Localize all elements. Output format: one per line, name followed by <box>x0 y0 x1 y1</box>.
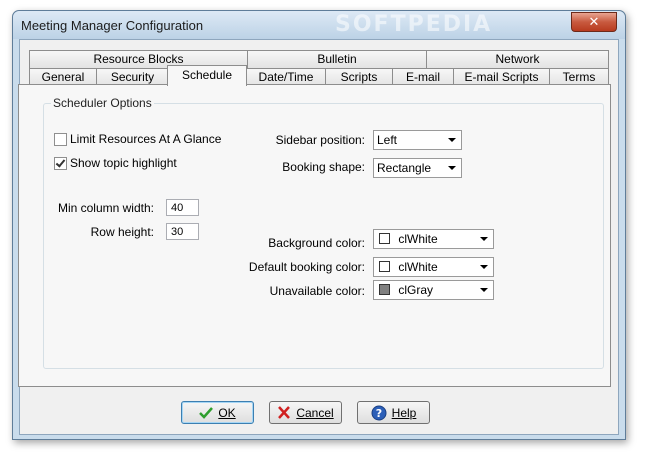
chevron-down-icon[interactable] <box>480 288 488 292</box>
color-swatch <box>379 233 390 244</box>
cancel-button[interactable]: Cancel <box>269 401 342 424</box>
title-bar[interactable]: Meeting Manager Configuration SOFTPEDIA … <box>13 11 625 39</box>
color-swatch <box>379 284 390 295</box>
background-color-select[interactable]: clWhite <box>373 229 494 249</box>
show-topic-checkbox-box[interactable] <box>54 156 67 170</box>
tab-network[interactable]: Network <box>426 50 609 68</box>
color-swatch <box>379 261 390 272</box>
chevron-down-icon[interactable] <box>448 166 456 170</box>
limit-resources-label: Limit Resources At A Glance <box>70 132 222 146</box>
close-button[interactable]: ✕ <box>571 12 617 32</box>
window-title: Meeting Manager Configuration <box>21 18 204 33</box>
background-color-value: clWhite <box>398 232 438 246</box>
unavailable-color-label: Unavailable color: <box>269 284 365 298</box>
sidebar-position-value: Left <box>377 133 398 147</box>
schedule-tab-page: Scheduler Options Limit Resources At A G… <box>18 84 611 387</box>
unavailable-color-value: clGray <box>398 283 434 297</box>
svg-text:?: ? <box>375 407 381 420</box>
help-label: Help <box>391 405 417 420</box>
ok-label: OK <box>218 405 236 420</box>
help-icon: ? <box>371 405 387 421</box>
tab-schedule[interactable]: Schedule <box>167 65 247 86</box>
booking-shape-label: Booking shape: <box>282 160 365 174</box>
default-booking-color-value: clWhite <box>398 260 438 274</box>
chevron-down-icon[interactable] <box>448 138 456 142</box>
chevron-down-icon[interactable] <box>480 265 488 269</box>
ok-button[interactable]: OK <box>181 401 254 424</box>
group-title: Scheduler Options <box>51 96 154 110</box>
booking-shape-value: Rectangle <box>377 161 432 175</box>
booking-shape-select[interactable]: Rectangle <box>373 158 462 178</box>
row-height-label: Row height: <box>90 225 154 239</box>
default-booking-color-label: Default booking color: <box>248 260 365 274</box>
row-height-input[interactable]: 30 <box>166 223 199 240</box>
tab-bulletin[interactable]: Bulletin <box>247 50 427 68</box>
background-color-label: Background color: <box>268 236 365 250</box>
chevron-down-icon[interactable] <box>480 237 488 241</box>
limit-resources-checkbox-box[interactable] <box>54 132 67 146</box>
sidebar-position-select[interactable]: Left <box>373 130 462 150</box>
unavailable-color-select[interactable]: clGray <box>373 280 494 300</box>
limit-resources-checkbox[interactable]: Limit Resources At A Glance <box>54 132 221 146</box>
sidebar-position-label: Sidebar position: <box>275 133 365 147</box>
help-button[interactable]: ? Help <box>357 401 430 424</box>
show-topic-label: Show topic highlight <box>70 156 177 170</box>
x-icon <box>277 406 291 419</box>
min-column-width-input[interactable]: 40 <box>166 199 199 216</box>
watermark: SOFTPEDIA <box>335 12 493 37</box>
cancel-label: Cancel <box>296 405 334 420</box>
default-booking-color-select[interactable]: clWhite <box>373 257 494 277</box>
close-icon: ✕ <box>588 14 600 29</box>
check-icon <box>199 406 214 419</box>
min-column-width-label: Min column width: <box>57 201 154 215</box>
show-topic-checkbox[interactable]: Show topic highlight <box>54 156 177 170</box>
